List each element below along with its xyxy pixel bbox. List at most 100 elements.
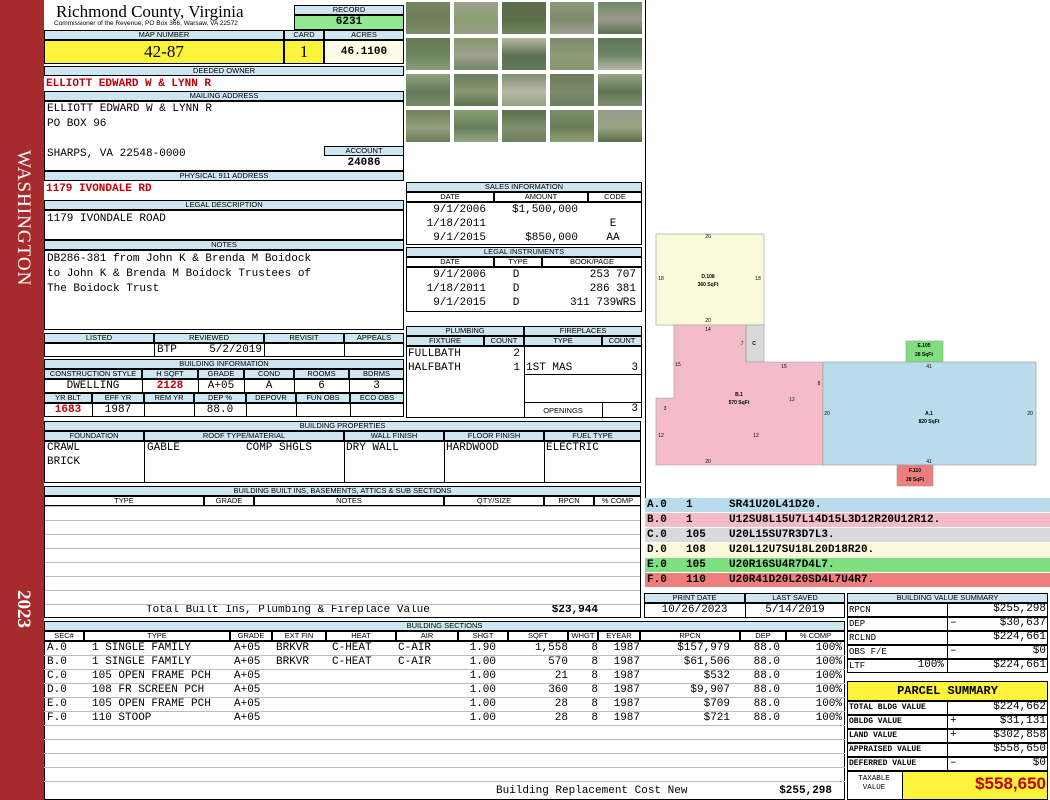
dim: 20 [705, 459, 711, 465]
property-photo[interactable] [453, 109, 499, 143]
section-row-5-col-10: $709 [703, 698, 730, 710]
plumb-fixture-h: FIXTURE [406, 336, 484, 346]
section-row-2-col-5: C-AIR [398, 656, 432, 668]
divider [947, 617, 948, 631]
props-floor-h: FLOOR FINISH [444, 431, 544, 441]
props-wall-h: WALL FINISH [344, 431, 444, 441]
legal-text: 1179 IVONDALE ROAD [47, 213, 166, 225]
sections-h-12: % COMP [786, 631, 845, 641]
plumbing-header: PLUMBING [406, 326, 524, 336]
sketch-label-c: C [752, 341, 756, 347]
bvs-value: $255,298 [993, 603, 1046, 615]
taxable-label-1: TAXABLE [858, 775, 890, 783]
property-photo[interactable] [549, 73, 595, 107]
dim: 15 [675, 362, 681, 368]
dim: 14 [705, 327, 711, 333]
section-row-6-col-2: A+05 [234, 712, 261, 724]
dim: 12 [658, 433, 664, 439]
sketch-area-d: 360 SqFt [698, 282, 719, 288]
property-photo[interactable] [405, 73, 451, 107]
area-code: B.0 [647, 514, 667, 526]
plumb-row-2-count: 1 [513, 362, 520, 374]
sections-h-4: HEAT [326, 631, 396, 641]
section-row-4-col-6: 1.00 [469, 684, 496, 696]
roof-type: GABLE [147, 442, 181, 454]
property-photo[interactable] [549, 1, 595, 35]
bvs-label: DEP [849, 619, 866, 629]
section-row-6-col-8: 8 [591, 712, 598, 724]
property-photo[interactable] [597, 37, 643, 71]
divider [142, 379, 143, 393]
dim: 18 [755, 276, 761, 282]
divider [947, 631, 948, 645]
section-row-1-col-5: C-AIR [398, 642, 432, 654]
divider [194, 403, 195, 417]
wall-finish: DRY WALL [346, 442, 399, 454]
property-photo[interactable] [405, 109, 451, 143]
bldg-v-1: 2128 [156, 380, 184, 392]
sidebar: WASHINGTON 2023 [0, 0, 44, 800]
property-photo[interactable] [501, 109, 547, 143]
instr-h-2: BOOK/PAGE [542, 257, 642, 267]
area-desc: U20R41D20L20SD4L7U4R7. [729, 574, 875, 586]
dim: 20 [705, 234, 711, 240]
summary-label: OBLDG VALUE [849, 717, 902, 726]
summary-value: $31,131 [999, 715, 1046, 727]
section-row-2-col-6: 1.00 [469, 656, 496, 668]
property-photo[interactable] [453, 73, 499, 107]
sections-line [44, 711, 845, 712]
account-value: 24086 [347, 157, 381, 169]
sketch-area-f: 28 SqFt [906, 477, 924, 483]
sections-h-8: WHGT [568, 631, 598, 641]
property-photo[interactable] [597, 1, 643, 35]
section-row-2-col-0: B.0 [47, 656, 67, 668]
county-title: Richmond County, Virginia [56, 2, 244, 21]
property-photo[interactable] [501, 73, 547, 107]
section-row-4-col-9: 1987 [613, 684, 640, 696]
summary-sign: – [950, 757, 957, 769]
section-row-4-col-7: 360 [548, 684, 568, 696]
plumb-row-2-fixture: HALFBATH [408, 362, 461, 374]
sections-line [44, 655, 845, 656]
section-row-3-col-7: 21 [554, 670, 568, 682]
section-row-2-col-1: 1 SINGLE FAMILY [92, 656, 192, 668]
sections-total: $255,298 [779, 785, 832, 797]
property-photo[interactable] [501, 37, 547, 71]
property-photo[interactable] [549, 37, 595, 71]
section-row-5-col-8: 8 [591, 698, 598, 710]
section-row-5-col-7: 28 [554, 698, 568, 710]
section-row-6-col-11: 88.0 [753, 712, 780, 724]
property-photo[interactable] [549, 109, 595, 143]
section-row-6-col-9: 1987 [613, 712, 640, 724]
section-row-4-col-8: 8 [591, 684, 598, 696]
section-row-2-col-9: 1987 [613, 656, 640, 668]
area-desc: U20L12U7SU18L20D18R20. [729, 544, 875, 556]
summary-sign: + [950, 715, 957, 727]
summary-value: $302,858 [993, 729, 1046, 741]
section-row-2-col-4: C-HEAT [332, 656, 372, 668]
sales-h-1: AMOUNT [494, 192, 588, 202]
card-header: CARD [284, 30, 324, 40]
floor-finish: HARDWOOD [446, 442, 499, 454]
property-photo[interactable] [453, 37, 499, 71]
property-photo[interactable] [453, 1, 499, 35]
property-photo[interactable] [405, 37, 451, 71]
sections-line [44, 739, 845, 740]
property-photo[interactable] [405, 1, 451, 35]
sketch-label-d: D.108 [701, 274, 715, 280]
property-photo[interactable] [597, 109, 643, 143]
dim: 41 [926, 459, 932, 465]
bldg-v2-1: 1987 [104, 404, 132, 416]
section-row-1-col-3: BRKVR [276, 642, 310, 654]
property-photo[interactable] [501, 1, 547, 35]
property-photo[interactable] [597, 73, 643, 107]
divider [92, 403, 93, 417]
openings-value: 3 [631, 403, 638, 415]
fire-count-h: COUNT [602, 336, 642, 346]
sections-line [44, 781, 845, 782]
divider [947, 645, 948, 659]
area-num: 105 [686, 529, 706, 541]
sections-line [44, 683, 845, 684]
last-saved: 5/14/2019 [765, 604, 825, 616]
sections-line [44, 725, 845, 726]
